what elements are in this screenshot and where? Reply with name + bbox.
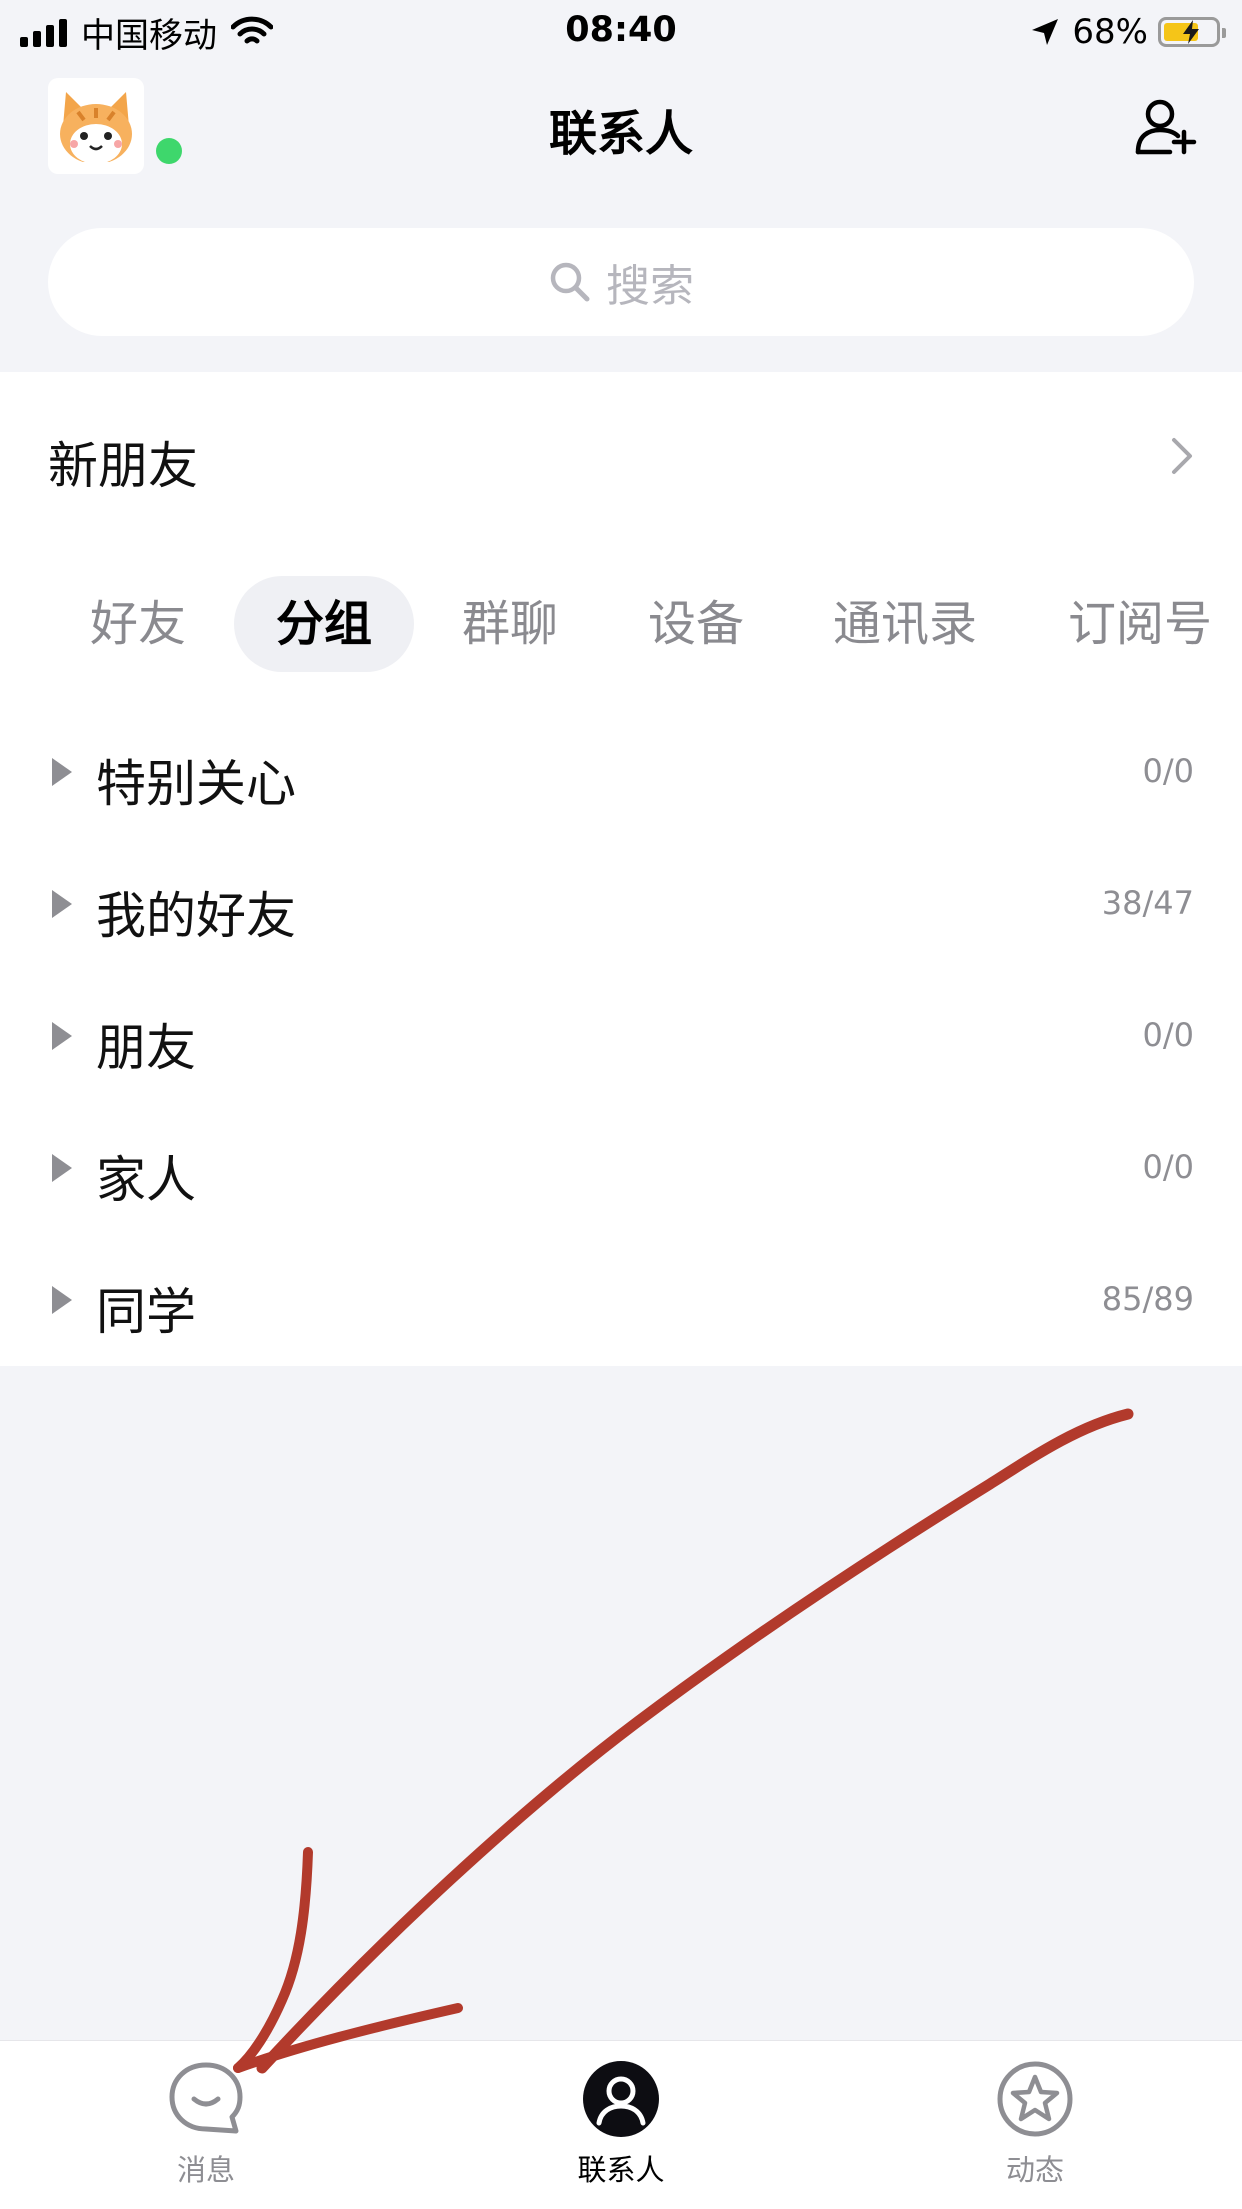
tab-address-book[interactable]: 通讯录 <box>800 576 1010 672</box>
chat-bubble-icon <box>169 2062 243 2134</box>
group-count: 0/0 <box>1142 1016 1195 1054</box>
group-row[interactable]: 家人 0/0 <box>0 1104 1242 1236</box>
group-row[interactable]: 我的好友 38/47 <box>0 840 1242 972</box>
location-arrow-icon <box>1032 19 1059 45</box>
header: 联系人 <box>0 64 1242 184</box>
tabbar-feed[interactable]: 动态 <box>935 2059 1135 2189</box>
add-contact-icon[interactable] <box>1134 94 1198 158</box>
expand-triangle-icon <box>52 758 72 786</box>
tab-devices[interactable]: 设备 <box>606 576 786 672</box>
tab-groups[interactable]: 分组 <box>234 576 414 672</box>
group-count: 0/0 <box>1142 1148 1195 1186</box>
search-icon <box>550 262 590 302</box>
new-friends-label: 新朋友 <box>48 437 198 495</box>
contacts-card: 新朋友 好友 分组 群聊 设备 通讯录 订阅号 特别关心 0/0 我的好友 38… <box>0 372 1242 1366</box>
group-count: 85/89 <box>1101 1280 1194 1318</box>
tab-subscriptions[interactable]: 订阅号 <box>1030 576 1242 672</box>
bottom-tab-bar: 消息 联系人 动态 <box>0 2040 1242 2209</box>
tab-friends[interactable]: 好友 <box>48 576 228 672</box>
search-placeholder: 搜索 <box>606 261 694 312</box>
group-name: 特别关心 <box>96 755 296 813</box>
expand-triangle-icon <box>52 1154 72 1182</box>
contacts-icon <box>583 2061 659 2137</box>
status-bar: 中国移动 08:40 68% <box>0 0 1242 64</box>
tabbar-label: 联系人 <box>577 2153 665 2187</box>
group-name: 同学 <box>96 1283 196 1341</box>
chevron-right-icon <box>1172 438 1192 474</box>
new-friends-row[interactable]: 新朋友 <box>0 372 1242 540</box>
group-row[interactable]: 特别关心 0/0 <box>0 708 1242 840</box>
tabbar-contacts[interactable]: 联系人 <box>521 2059 721 2189</box>
group-name: 家人 <box>96 1151 196 1209</box>
expand-triangle-icon <box>52 1022 72 1050</box>
tab-group-chats[interactable]: 群聊 <box>420 576 600 672</box>
group-row[interactable]: 同学 85/89 <box>0 1236 1242 1368</box>
search-input[interactable]: 搜索 <box>48 228 1194 336</box>
star-circle-icon <box>997 2061 1073 2137</box>
group-count: 38/47 <box>1101 884 1194 922</box>
group-row[interactable]: 朋友 0/0 <box>0 972 1242 1104</box>
battery-icon <box>1158 17 1226 47</box>
contact-tabs: 好友 分组 群聊 设备 通讯录 订阅号 <box>0 576 1242 672</box>
tabbar-messages[interactable]: 消息 <box>106 2059 306 2189</box>
group-name: 我的好友 <box>96 887 296 945</box>
tabbar-label: 消息 <box>176 2153 235 2187</box>
group-name: 朋友 <box>96 1019 196 1077</box>
expand-triangle-icon <box>52 1286 72 1314</box>
page-title: 联系人 <box>548 106 693 162</box>
battery-percent: 68% <box>1072 12 1148 52</box>
group-count: 0/0 <box>1142 752 1195 790</box>
expand-triangle-icon <box>52 890 72 918</box>
tabbar-label: 动态 <box>1005 2153 1064 2187</box>
